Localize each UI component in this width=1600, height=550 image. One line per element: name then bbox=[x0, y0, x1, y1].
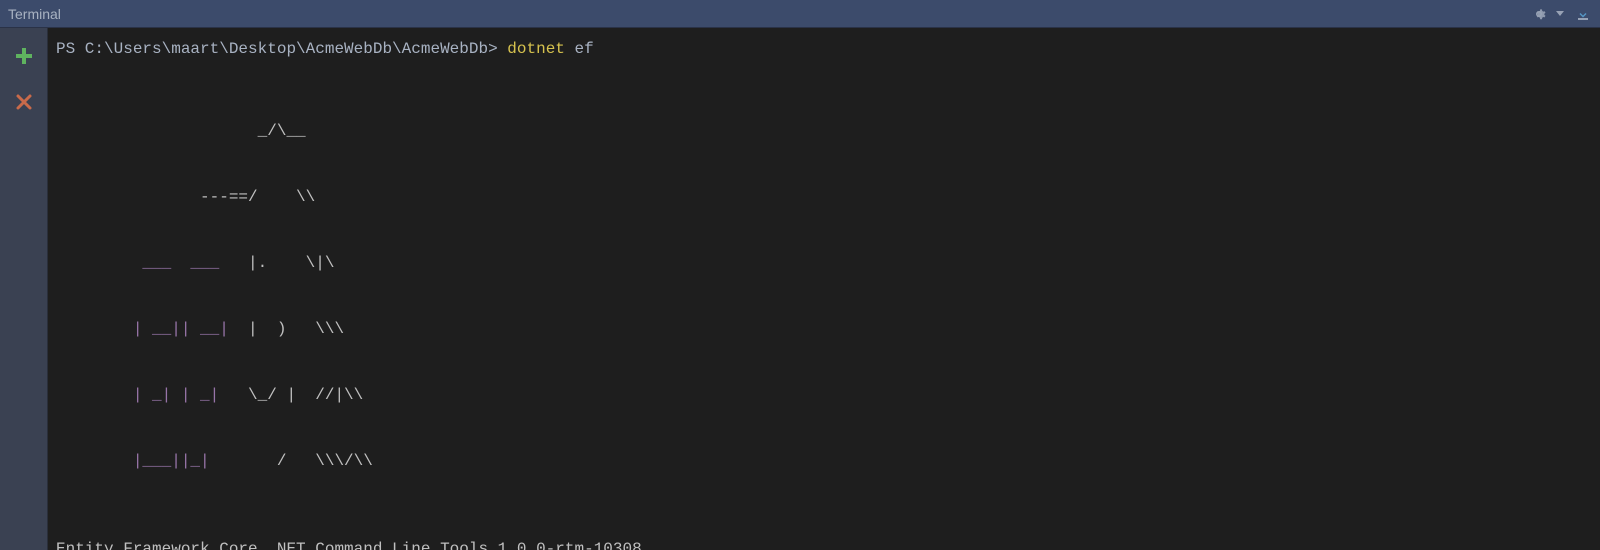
titlebar-title: Terminal bbox=[8, 6, 61, 22]
terminal-panel[interactable]: PS C:\Users\maart\Desktop\AcmeWebDb\Acme… bbox=[48, 28, 1600, 550]
chevron-down-icon[interactable] bbox=[1552, 5, 1570, 23]
close-tab-button[interactable] bbox=[10, 88, 38, 116]
download-icon[interactable] bbox=[1574, 5, 1592, 23]
titlebar: Terminal bbox=[0, 0, 1600, 28]
titlebar-actions bbox=[1530, 5, 1592, 23]
prompt-arg: ef bbox=[575, 38, 594, 60]
main-area: PS C:\Users\maart\Desktop\AcmeWebDb\Acme… bbox=[0, 28, 1600, 550]
sidebar bbox=[0, 28, 48, 550]
gear-icon[interactable] bbox=[1530, 5, 1548, 23]
prompt-path: PS C:\Users\maart\Desktop\AcmeWebDb\Acme… bbox=[56, 38, 507, 60]
add-tab-button[interactable] bbox=[10, 42, 38, 70]
ascii-art: _/\__ ---==/ \\ ___ ___ |. \|\ | __|| __… bbox=[56, 76, 1592, 516]
prompt-line: PS C:\Users\maart\Desktop\AcmeWebDb\Acme… bbox=[56, 38, 1592, 60]
version-output: Entity Framework Core .NET Command Line … bbox=[56, 538, 1592, 550]
prompt-command: dotnet bbox=[507, 38, 574, 60]
